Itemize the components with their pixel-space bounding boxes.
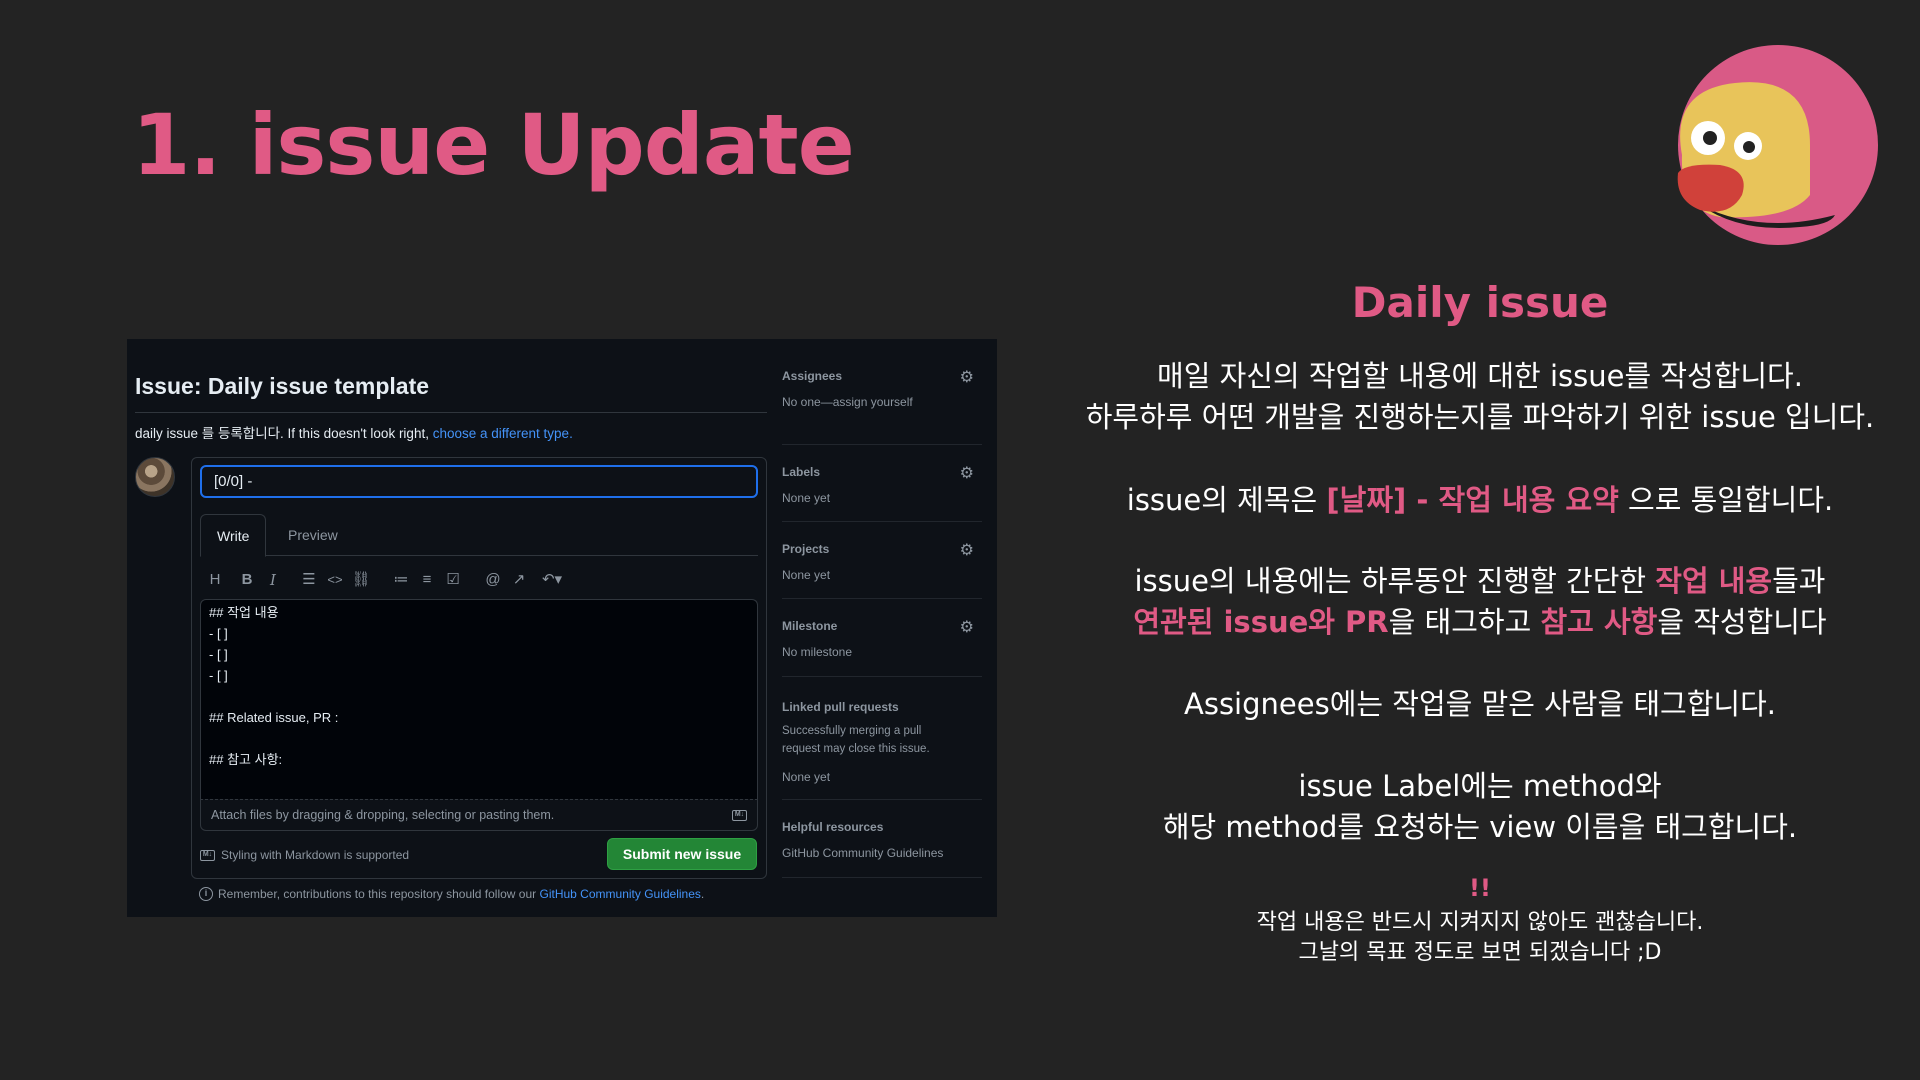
issue-title-input[interactable]: [200, 465, 758, 498]
helpful-resources-heading: Helpful resources: [782, 820, 884, 834]
gear-icon[interactable]: ⚙: [960, 463, 974, 483]
text-line: 그날의 목표 정도로 보면 되겠습니다 ;D: [1298, 940, 1662, 965]
body-line: - [ ]: [209, 626, 228, 641]
tab-write[interactable]: Write: [200, 514, 267, 557]
italic-icon[interactable]: I: [262, 568, 284, 592]
unordered-list-icon[interactable]: ≔: [390, 568, 412, 592]
contribution-reminder: i Remember, contributions to this reposi…: [199, 887, 704, 901]
text-span: issue의 제목은: [1126, 483, 1327, 517]
paragraph-title-format: issue의 제목은 [날짜] - 작업 내용 요약 으로 통일합니다.: [1060, 480, 1900, 521]
bold-icon[interactable]: B: [236, 568, 258, 592]
paragraph-purpose: 매일 자신의 작업할 내용에 대한 issue를 작성합니다. 하루하루 어떤 …: [1060, 356, 1900, 438]
editor-tabs: Write Preview: [200, 514, 758, 557]
note-text: 작업 내용은 반드시 지켜지지 않아도 괜찮습니다. 그날의 목표 정도로 보면…: [1060, 908, 1900, 968]
linked-pr-desc: request may close this issue.: [782, 743, 930, 755]
highlight-text: 작업 내용: [1655, 564, 1773, 598]
sidebar-linked-pull-requests: Linked pull requests Successfully mergin…: [782, 677, 982, 800]
issue-form: Write Preview H B I ☰ <> ⛓ ≔ ≡ ☑ @ ↗ ↶▾ …: [191, 457, 767, 879]
linked-pr-desc: Successfully merging a pull: [782, 725, 922, 737]
template-subtitle: daily issue 를 등록합니다. If this doesn't loo…: [135, 422, 573, 442]
remember-end: .: [700, 887, 705, 901]
quote-icon[interactable]: ☰: [298, 568, 320, 592]
text-span: 으로 통일합니다.: [1618, 483, 1834, 517]
sidebar-projects[interactable]: Projects ⚙ None yet: [782, 522, 982, 599]
highlight-text: [날짜] - 작업 내용 요약: [1326, 483, 1619, 517]
undo-icon[interactable]: ↶▾: [536, 568, 568, 592]
reference-icon[interactable]: ↗: [508, 568, 530, 592]
text-line: 작업 내용은 반드시 지켜지지 않아도 괜찮습니다.: [1256, 910, 1704, 935]
remember-text: Remember, contributions to this reposito…: [218, 887, 540, 901]
body-line: - [ ]: [209, 647, 228, 662]
markdown-icon: M↓: [732, 810, 747, 821]
paragraph-content: issue의 내용에는 하루동안 진행할 간단한 작업 내용들과 연관된 iss…: [1060, 561, 1900, 643]
code-icon[interactable]: <>: [324, 568, 346, 592]
tab-preview[interactable]: Preview: [272, 514, 354, 556]
paragraph-labels: issue Label에는 method와 해당 method를 요청하는 vi…: [1060, 766, 1900, 848]
avatar: [135, 457, 175, 497]
gear-icon[interactable]: ⚙: [960, 540, 974, 560]
body-line: - [ ]: [209, 668, 228, 683]
ordered-list-icon[interactable]: ≡: [416, 568, 438, 592]
body-line: [209, 686, 749, 707]
issue-template-title: Issue: Daily issue template: [135, 373, 767, 413]
gear-icon[interactable]: ⚙: [960, 617, 974, 637]
highlight-text: 참고 사항: [1540, 605, 1658, 639]
gear-icon[interactable]: ⚙: [960, 367, 974, 387]
assignees-heading: Assignees: [782, 369, 843, 383]
projects-value: None yet: [782, 568, 831, 582]
markdown-supported-note: M↓ Styling with Markdown is supported: [200, 848, 409, 862]
body-line: ## 참고 사항:: [209, 752, 283, 767]
info-icon: i: [199, 887, 213, 901]
text-line: 매일 자신의 작업할 내용에 대한 issue를 작성합니다.: [1157, 359, 1803, 393]
community-guidelines-link[interactable]: GitHub Community Guidelines: [782, 846, 943, 860]
issue-body-textarea[interactable]: ## 작업 내용 - [ ] - [ ] - [ ] ## Related is…: [200, 599, 758, 799]
text-span: 들과: [1772, 564, 1826, 598]
section-title: Daily issue: [1351, 278, 1609, 327]
body-line: ## 작업 내용: [209, 605, 279, 620]
text-line: 하루하루 어떤 개발을 진행하는지를 파악하기 위한 issue 입니다.: [1085, 400, 1875, 434]
mascot-illustration: [1677, 45, 1878, 245]
slide-title: 1. issue Update: [132, 96, 855, 194]
markdown-icon: M↓: [200, 849, 215, 861]
labels-heading: Labels: [782, 465, 821, 479]
task-list-icon[interactable]: ☑: [442, 568, 464, 592]
guidelines-link[interactable]: GitHub Community Guidelines: [540, 887, 701, 901]
body-line: [209, 728, 749, 749]
sidebar-helpful-resources: Helpful resources GitHub Community Guide…: [782, 800, 982, 878]
template-subtitle-text: daily issue 를 등록합니다. If this doesn't loo…: [135, 426, 433, 441]
note-mark: !!: [1469, 874, 1491, 902]
milestone-heading: Milestone: [782, 619, 838, 633]
text-span: issue의 내용에는 하루동안 진행할 간단한: [1134, 564, 1656, 598]
projects-heading: Projects: [782, 542, 830, 556]
text-line: 해당 method를 요청하는 view 이름을 태그합니다.: [1162, 810, 1798, 844]
markdown-toolbar: H B I ☰ <> ⛓ ≔ ≡ ☑ @ ↗ ↶▾: [200, 568, 758, 592]
heading-icon[interactable]: H: [204, 568, 226, 592]
submit-new-issue-button[interactable]: Submit new issue: [607, 838, 757, 870]
assignees-value[interactable]: No one—assign yourself: [782, 395, 913, 409]
linked-pr-heading: Linked pull requests: [782, 700, 899, 714]
github-issue-screenshot: Issue: Daily issue template daily issue …: [127, 339, 997, 917]
text-line: issue Label에는 method와: [1298, 769, 1662, 803]
attach-files-area[interactable]: Attach files by dragging & dropping, sel…: [200, 799, 758, 831]
markdown-note-text[interactable]: Styling with Markdown is supported: [221, 848, 409, 862]
mention-icon[interactable]: @: [482, 568, 504, 592]
attach-hint: Attach files by dragging & dropping, sel…: [211, 808, 555, 822]
linked-pr-value: None yet: [782, 770, 831, 784]
milestone-value: No milestone: [782, 645, 853, 659]
body-line: ## Related issue, PR :: [209, 710, 339, 725]
sidebar-assignees[interactable]: Assignees ⚙ No one—assign yourself: [782, 369, 982, 445]
choose-type-link[interactable]: choose a different type.: [433, 426, 573, 441]
paragraph-assignees: Assignees에는 작업을 맡은 사람을 태그합니다.: [1184, 687, 1776, 721]
link-icon[interactable]: ⛓: [350, 568, 372, 592]
sidebar-milestone[interactable]: Milestone ⚙ No milestone: [782, 599, 982, 677]
highlight-text: 연관된 issue와 PR: [1133, 605, 1389, 639]
text-span: 을 작성합니다: [1657, 605, 1827, 639]
text-span: 을 태그하고: [1388, 605, 1541, 639]
labels-value: None yet: [782, 491, 831, 505]
sidebar-labels[interactable]: Labels ⚙ None yet: [782, 445, 982, 522]
